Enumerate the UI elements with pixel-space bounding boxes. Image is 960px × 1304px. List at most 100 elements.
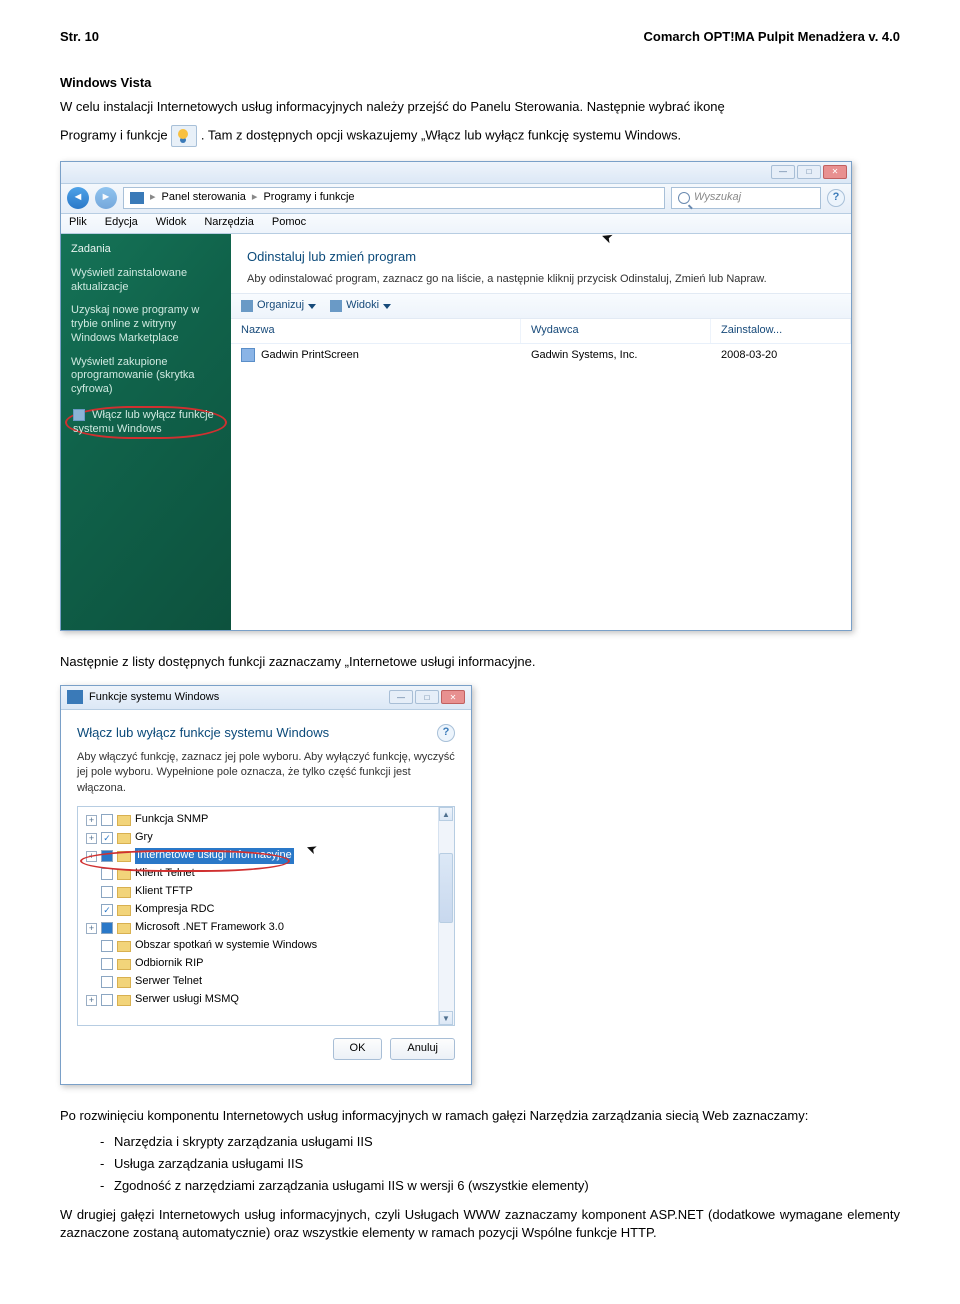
- organize-button[interactable]: Organizuj: [241, 298, 316, 313]
- expand-icon[interactable]: +: [86, 815, 97, 826]
- list-item: Usługa zarządzania usługami IIS: [100, 1155, 900, 1173]
- tasks-sidebar: Zadania Wyświetl zainstalowane aktualiza…: [61, 234, 231, 630]
- menu-tools[interactable]: Narzędzia: [204, 215, 254, 230]
- tree-item-label: Obszar spotkań w systemie Windows: [135, 938, 317, 953]
- tree-item[interactable]: Klient TFTP: [80, 883, 452, 901]
- expand-icon[interactable]: +: [86, 923, 97, 934]
- tree-item[interactable]: + Funkcja SNMP: [80, 811, 452, 829]
- checkbox[interactable]: [101, 886, 113, 898]
- tree-item[interactable]: Odbiornik RIP: [80, 955, 452, 973]
- expand-icon[interactable]: +: [86, 995, 97, 1006]
- cancel-button[interactable]: Anuluj: [390, 1038, 455, 1060]
- folder-icon: [117, 815, 131, 826]
- tree-item-label: Microsoft .NET Framework 3.0: [135, 920, 284, 935]
- search-icon: [678, 192, 690, 204]
- tree-item[interactable]: Serwer Telnet: [80, 973, 452, 991]
- forward-button[interactable]: ►: [95, 187, 117, 209]
- tree-item-label: Klient TFTP: [135, 884, 193, 899]
- checkbox[interactable]: ✓: [101, 832, 113, 844]
- search-input[interactable]: Wyszukaj: [671, 187, 821, 209]
- cp-titlebar: — □ ✕: [61, 162, 851, 184]
- minimize-button[interactable]: —: [389, 690, 413, 704]
- scroll-up-icon[interactable]: ▲: [439, 807, 453, 821]
- chevron-down-icon: [308, 304, 316, 309]
- close-button[interactable]: ✕: [823, 165, 847, 179]
- tree-item[interactable]: Obszar spotkań w systemie Windows: [80, 937, 452, 955]
- feat-heading: Włącz lub wyłącz funkcje systemu Windows: [77, 724, 329, 742]
- breadcrumb-2[interactable]: Programy i funkcje: [263, 190, 354, 205]
- control-panel-screenshot: — □ ✕ ◄ ► ▸ Panel sterowania ▸ Programy …: [60, 161, 852, 631]
- task-windows-features[interactable]: Włącz lub wyłącz funkcje systemu Windows: [65, 406, 227, 440]
- checkbox[interactable]: [101, 976, 113, 988]
- tree-item-label: Funkcja SNMP: [135, 812, 208, 827]
- feat-titlebar: Funkcje systemu Windows — □ ✕: [61, 686, 471, 710]
- checkbox[interactable]: [101, 940, 113, 952]
- tree-item-label: Serwer usługi MSMQ: [135, 992, 239, 1007]
- tree-item[interactable]: + Microsoft .NET Framework 3.0: [80, 919, 452, 937]
- back-button[interactable]: ◄: [67, 187, 89, 209]
- ok-button[interactable]: OK: [333, 1038, 383, 1060]
- views-button[interactable]: Widoki: [330, 298, 391, 313]
- control-panel-icon: [67, 690, 83, 704]
- close-button[interactable]: ✕: [441, 690, 465, 704]
- views-icon: [330, 300, 342, 312]
- tree-item[interactable]: +✓Gry: [80, 829, 452, 847]
- intro-paragraph-2: Programy i funkcje . Tam z dostępnych op…: [60, 125, 900, 147]
- checkbox[interactable]: ✓: [101, 904, 113, 916]
- breadcrumb-1[interactable]: Panel sterowania: [162, 190, 246, 205]
- checkbox[interactable]: [101, 850, 113, 862]
- tree-item[interactable]: + Serwer usługi MSMQ: [80, 991, 452, 1009]
- menu-help[interactable]: Pomoc: [272, 215, 306, 230]
- address-box[interactable]: ▸ Panel sterowania ▸ Programy i funkcje: [123, 187, 665, 209]
- scroll-thumb[interactable]: [439, 853, 453, 923]
- menu-file[interactable]: Plik: [69, 215, 87, 230]
- table-row[interactable]: Gadwin PrintScreen Gadwin Systems, Inc. …: [231, 344, 851, 367]
- expand-icon[interactable]: +: [86, 851, 97, 862]
- checkbox[interactable]: [101, 958, 113, 970]
- cp-main-title: Odinstaluj lub zmień program: [247, 248, 835, 266]
- col-installed[interactable]: Zainstalow...: [711, 319, 851, 342]
- page-number: Str. 10: [60, 28, 99, 46]
- paragraph-2: Następnie z listy dostępnych funkcji zaz…: [60, 653, 900, 671]
- folder-icon: [117, 977, 131, 988]
- tasks-heading: Zadania: [71, 242, 221, 257]
- help-icon[interactable]: ?: [437, 724, 455, 742]
- table-header: Nazwa Wydawca Zainstalow...: [231, 319, 851, 343]
- maximize-button[interactable]: □: [797, 165, 821, 179]
- col-publisher[interactable]: Wydawca: [521, 319, 711, 342]
- tree-item[interactable]: ✓ Kompresja RDC: [80, 901, 452, 919]
- tree-item-label: Kompresja RDC: [135, 902, 214, 917]
- checkbox[interactable]: [101, 814, 113, 826]
- folder-icon: [117, 905, 131, 916]
- menu-edit[interactable]: Edycja: [105, 215, 138, 230]
- task-updates[interactable]: Wyświetl zainstalowane aktualizacje: [71, 267, 221, 295]
- folder-icon: [117, 869, 131, 880]
- help-icon[interactable]: ?: [827, 189, 845, 207]
- minimize-button[interactable]: —: [771, 165, 795, 179]
- task-windows-features-label: Włącz lub wyłącz funkcje systemu Windows: [73, 409, 214, 435]
- menu-view[interactable]: Widok: [156, 215, 187, 230]
- maximize-button[interactable]: □: [415, 690, 439, 704]
- feat-description: Aby włączyć funkcję, zaznacz jej pole wy…: [77, 750, 455, 796]
- crumb-sep: ▸: [252, 190, 258, 205]
- folder-icon: [117, 941, 131, 952]
- folder-icon: [117, 995, 131, 1006]
- cp-addressbar: ◄ ► ▸ Panel sterowania ▸ Programy i funk…: [61, 184, 851, 214]
- cp-main-desc: Aby odinstalować program, zaznacz go na …: [247, 272, 835, 287]
- intro-text-a: W celu instalacji Internetowych usług in…: [60, 99, 725, 114]
- scrollbar[interactable]: ▲ ▼: [438, 807, 454, 1025]
- expand-icon[interactable]: +: [86, 833, 97, 844]
- col-name[interactable]: Nazwa: [231, 319, 521, 342]
- shield-icon: [73, 409, 85, 421]
- cp-main: ➤ Odinstaluj lub zmień program Aby odins…: [231, 234, 851, 630]
- list-item: Narzędzia i skrypty zarządzania usługami…: [100, 1133, 900, 1151]
- tree-item[interactable]: +Internetowe usługi informacyjne: [80, 847, 452, 865]
- tree-item[interactable]: Klient Telnet: [80, 865, 452, 883]
- task-digital-locker[interactable]: Wyświetl zakupione oprogramowanie (skryt…: [71, 356, 221, 397]
- checkbox[interactable]: [101, 994, 113, 1006]
- checkbox[interactable]: [101, 868, 113, 880]
- chevron-down-icon: [383, 304, 391, 309]
- scroll-down-icon[interactable]: ▼: [439, 1011, 453, 1025]
- checkbox[interactable]: [101, 922, 113, 934]
- task-marketplace[interactable]: Uzyskaj nowe programy w trybie online z …: [71, 304, 221, 345]
